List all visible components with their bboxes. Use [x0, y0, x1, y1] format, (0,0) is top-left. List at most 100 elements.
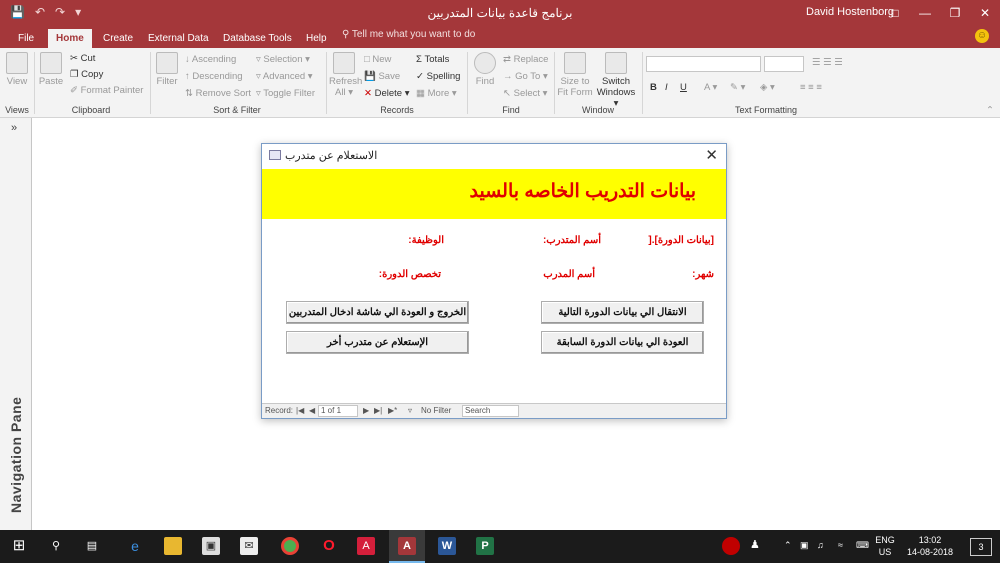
ascending-button[interactable]: ↓ Ascending — [185, 54, 236, 65]
group-label-views: Views — [5, 105, 29, 115]
redo-icon[interactable]: ↷ — [55, 5, 65, 19]
wifi-icon[interactable]: ≈ — [838, 539, 843, 551]
view-button[interactable]: View — [4, 52, 30, 87]
search-icon[interactable]: ⚲ — [47, 537, 65, 555]
mail-icon[interactable]: ✉ — [240, 537, 258, 555]
tab-external-data[interactable]: External Data — [140, 29, 217, 48]
smiley-feedback-icon[interactable]: ☺ — [975, 29, 989, 43]
find-button[interactable]: Find — [471, 52, 499, 87]
tab-file[interactable]: File — [10, 29, 42, 48]
tray-app-icon[interactable] — [722, 537, 740, 555]
word-icon[interactable]: W — [438, 537, 456, 555]
current-record-input[interactable]: 1 of 1 — [318, 405, 358, 417]
save-record-button[interactable]: 💾 Save — [364, 71, 400, 82]
font-name-combo[interactable] — [646, 56, 761, 72]
font-color-button[interactable]: A ▾ — [704, 82, 717, 93]
copy-button[interactable]: ❐ Copy — [70, 69, 103, 80]
ribbon-display-icon[interactable]: □ — [880, 0, 910, 26]
next-course-button[interactable]: الانتقال الي بيانات الدورة التالية — [541, 301, 704, 324]
descending-button[interactable]: ↑ Descending — [185, 71, 243, 82]
new-record-icon[interactable]: ▶* — [388, 406, 397, 415]
last-record-icon[interactable]: ▶| — [374, 406, 382, 415]
no-filter-indicator[interactable]: No Filter — [421, 406, 451, 415]
navigation-pane[interactable]: » Navigation Pane — [0, 118, 32, 530]
new-record-button[interactable]: □ New — [364, 54, 391, 65]
nav-pane-label[interactable]: Navigation Pane — [8, 397, 24, 513]
undo-icon[interactable]: ↶ — [35, 5, 45, 19]
record-search-input[interactable]: Search — [462, 405, 519, 417]
language-indicator[interactable]: ENG US — [874, 534, 896, 558]
tray-expand-icon[interactable]: ⌃ — [784, 539, 792, 551]
keyboard-icon[interactable]: ⌨ — [856, 539, 869, 551]
close-icon[interactable]: ✕ — [705, 146, 718, 164]
italic-button[interactable]: I — [665, 82, 668, 93]
cut-button[interactable]: ✂ Cut — [70, 53, 95, 64]
more-button[interactable]: ▦ More ▾ — [416, 88, 457, 99]
minimize-icon[interactable]: — — [910, 0, 940, 26]
action-center-icon[interactable]: 3 — [970, 538, 992, 556]
go-to-button[interactable]: → Go To ▾ — [503, 71, 548, 82]
spelling-button[interactable]: ✓ Spelling — [416, 71, 460, 82]
next-record-icon[interactable]: ▶ — [363, 406, 369, 415]
size-to-fit-form-button[interactable]: Size to Fit Form — [556, 52, 594, 98]
maximize-icon[interactable]: ❐ — [940, 0, 970, 26]
tab-create[interactable]: Create — [95, 29, 141, 48]
previous-course-button[interactable]: العودة الي بيانات الدورة السابقة — [541, 331, 704, 354]
nav-pane-toggle[interactable]: » — [11, 122, 17, 134]
customize-qat-icon[interactable]: ▾ — [75, 5, 81, 19]
totals-button[interactable]: Σ Totals — [416, 54, 449, 65]
select-button[interactable]: ↖ Select ▾ — [503, 88, 547, 99]
header-banner: بيانات التدريب الخاصه بالسيد — [262, 169, 726, 219]
delete-record-button[interactable]: ✕ Delete ▾ — [364, 88, 410, 99]
network-icon[interactable]: ▣ — [800, 539, 809, 551]
first-record-icon[interactable]: |◀ — [296, 406, 304, 415]
windows-start-icon[interactable]: ⊞ — [10, 537, 28, 555]
file-explorer-icon[interactable] — [164, 537, 182, 555]
volume-icon[interactable]: ♫ — [817, 539, 824, 551]
tab-home[interactable]: Home — [48, 29, 92, 48]
query-another-trainee-button[interactable]: الإستعلام عن متدرب أخر — [286, 331, 469, 354]
refresh-all-button[interactable]: Refresh All ▾ — [329, 52, 362, 98]
tell-me-box[interactable]: ⚲ Tell me what you want to do — [342, 29, 475, 40]
store-icon[interactable]: ▣ — [202, 537, 220, 555]
highlight-button[interactable]: ✎ ▾ — [730, 82, 745, 93]
edge-icon[interactable]: e — [126, 537, 144, 555]
acrobat-icon[interactable]: A — [357, 537, 375, 555]
paste-button[interactable]: Paste — [38, 52, 64, 87]
selection-button[interactable]: ▿ Selection ▾ — [256, 54, 310, 65]
chrome-icon[interactable] — [281, 537, 299, 555]
font-size-combo[interactable] — [764, 56, 804, 72]
group-label-sort-filter: Sort & Filter — [213, 105, 261, 115]
tab-database-tools[interactable]: Database Tools — [215, 29, 300, 48]
language-code: ENG — [875, 535, 895, 545]
underline-button[interactable]: U — [680, 82, 687, 93]
replace-button[interactable]: ⇄ Replace — [503, 54, 548, 65]
exit-to-entry-button[interactable]: الخروج و العودة الي شاشة ادخال المتدربين — [286, 301, 469, 324]
clock[interactable]: 13:02 14-08-2018 — [902, 534, 958, 558]
list-buttons[interactable]: ☰ ☰ ☰ — [812, 57, 843, 68]
previous-record-icon[interactable]: ◀ — [309, 406, 315, 415]
filter-button[interactable]: Filter — [154, 52, 180, 87]
collapse-ribbon-icon[interactable]: ⌃ — [986, 105, 994, 116]
refresh-icon — [333, 52, 355, 74]
task-view-icon[interactable]: ▤ — [83, 537, 101, 555]
format-painter-button[interactable]: ✐ Format Painter — [70, 85, 143, 96]
access-icon[interactable]: A — [398, 537, 416, 555]
publisher-icon[interactable]: P — [476, 537, 494, 555]
switch-windows-button[interactable]: Switch Windows ▾ — [594, 52, 638, 109]
remove-sort-button[interactable]: ⇅ Remove Sort — [185, 88, 251, 99]
people-icon[interactable]: ♟ — [750, 539, 760, 551]
save-icon[interactable]: 💾 — [10, 5, 25, 19]
bold-button[interactable]: B — [650, 82, 657, 93]
group-label-window: Window — [581, 105, 614, 115]
advanced-button[interactable]: ▿ Advanced ▾ — [256, 71, 313, 82]
record-label: Record: — [265, 406, 294, 415]
toggle-filter-button[interactable]: ▿ Toggle Filter — [256, 88, 315, 99]
align-buttons[interactable]: ≡ ≡ ≡ — [800, 82, 822, 93]
fill-color-button[interactable]: ◈ ▾ — [760, 82, 775, 93]
tab-help[interactable]: Help — [298, 29, 335, 48]
close-icon[interactable]: ✕ — [970, 0, 1000, 26]
filter-status-icon: ▿ — [408, 406, 413, 415]
record-navigation-bar: Record: |◀ ◀ 1 of 1 ▶ ▶| ▶* ▿ No Filter … — [262, 403, 726, 418]
opera-icon[interactable]: O — [320, 537, 338, 555]
